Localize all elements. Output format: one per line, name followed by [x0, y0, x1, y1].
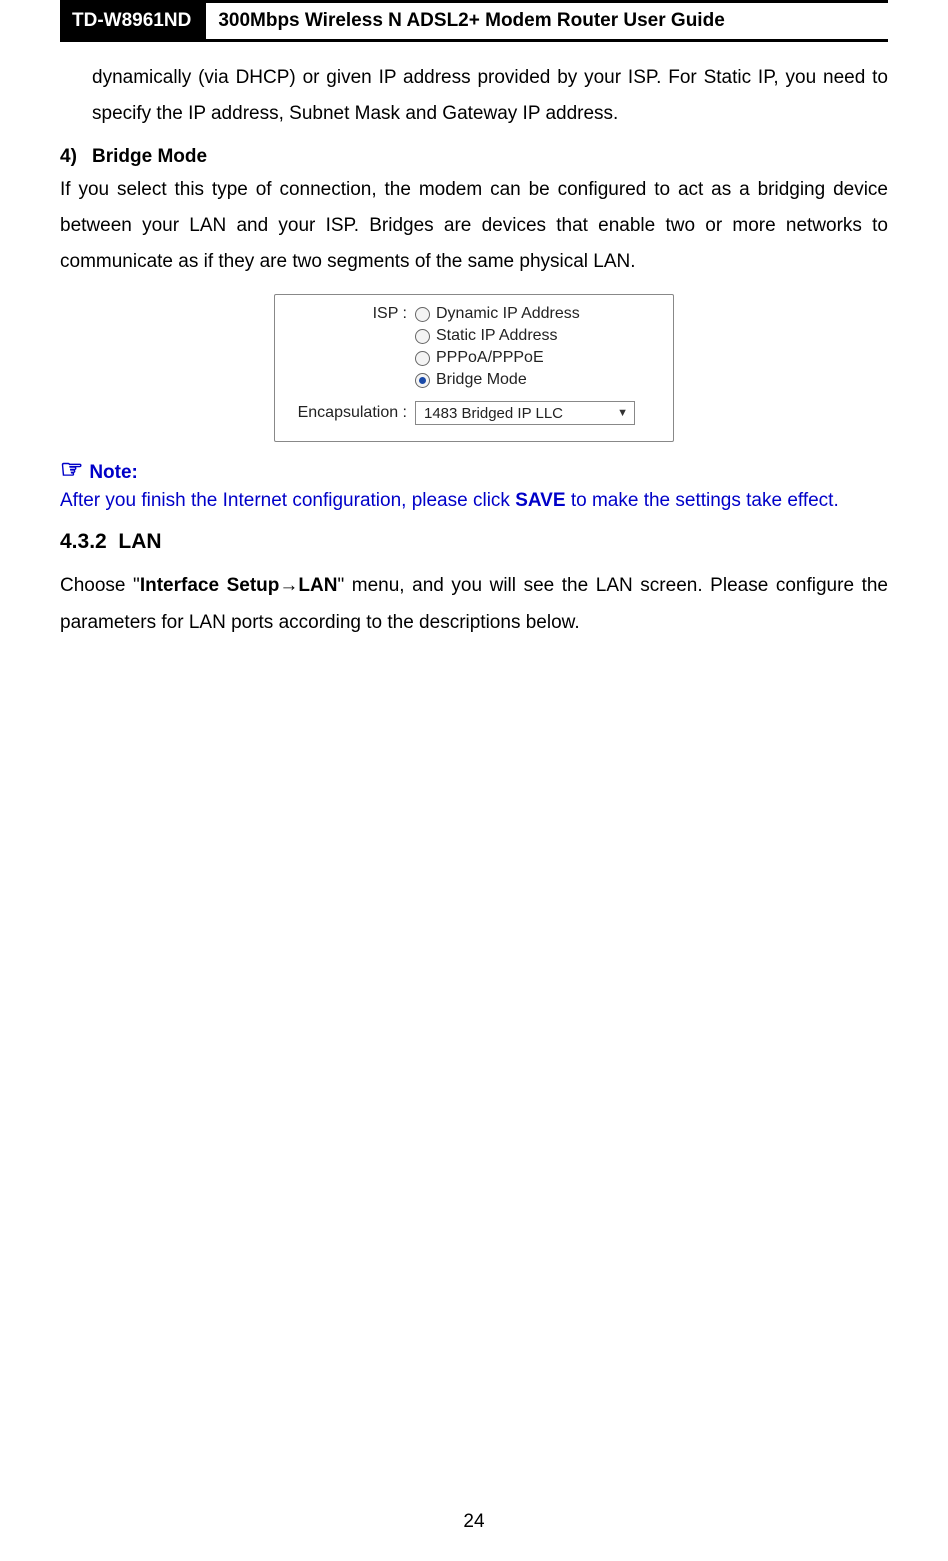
lan-bold-interface: Interface Setup: [140, 575, 280, 596]
radio-dynamic-ip[interactable]: Dynamic IP Address: [415, 305, 661, 323]
section-title: LAN: [118, 530, 161, 553]
encapsulation-label: Encapsulation :: [287, 404, 415, 422]
list-title: Bridge Mode: [92, 146, 207, 167]
isp-settings-figure: ISP : Dynamic IP Address Static IP Addre…: [274, 294, 674, 442]
figure-container: ISP : Dynamic IP Address Static IP Addre…: [60, 294, 888, 442]
radio-icon: [415, 351, 430, 366]
radio-label: Dynamic IP Address: [436, 305, 580, 323]
lan-paragraph: Choose "Interface Setup→LAN" menu, and y…: [60, 568, 888, 640]
page-content: dynamically (via DHCP) or given IP addre…: [60, 42, 888, 641]
radio-icon-selected: [415, 373, 430, 388]
radio-label: Bridge Mode: [436, 371, 527, 389]
note-text-before: After you finish the Internet configurat…: [60, 490, 515, 511]
select-value: 1483 Bridged IP LLC: [424, 405, 563, 422]
model-number: TD-W8961ND: [60, 3, 206, 39]
radio-label: PPPoA/PPPoE: [436, 349, 544, 367]
guide-title: 300Mbps Wireless N ADSL2+ Modem Router U…: [206, 3, 888, 39]
encapsulation-select[interactable]: 1483 Bridged IP LLC ▼: [415, 401, 635, 425]
section-heading-lan: 4.3.2 LAN: [60, 530, 888, 554]
pointing-hand-icon: ☞: [60, 456, 83, 482]
note-label: Note:: [89, 462, 138, 484]
chevron-down-icon: ▼: [617, 407, 628, 419]
radio-bridge-mode[interactable]: Bridge Mode: [415, 371, 661, 389]
radio-icon: [415, 329, 430, 344]
intro-paragraph: dynamically (via DHCP) or given IP addre…: [60, 60, 888, 132]
section-number: 4.3.2: [60, 530, 107, 553]
radio-icon: [415, 307, 430, 322]
list-number: 4): [60, 146, 92, 168]
isp-label: ISP :: [287, 305, 415, 323]
radio-label: Static IP Address: [436, 327, 558, 345]
arrow-icon: →: [279, 575, 298, 596]
note-save-bold: SAVE: [515, 490, 565, 511]
page-header: TD-W8961ND 300Mbps Wireless N ADSL2+ Mod…: [60, 0, 888, 42]
radio-static-ip[interactable]: Static IP Address: [415, 327, 661, 345]
note-text-after: to make the settings take effect.: [566, 490, 839, 511]
list-item-4-heading: 4)Bridge Mode: [60, 146, 888, 168]
document-page: TD-W8961ND 300Mbps Wireless N ADSL2+ Mod…: [0, 0, 948, 1561]
note-heading: ☞ Note:: [60, 456, 888, 484]
lan-text-before: Choose ": [60, 575, 140, 596]
isp-options: Dynamic IP Address Static IP Address PPP…: [415, 305, 661, 393]
radio-pppoa-pppoe[interactable]: PPPoA/PPPoE: [415, 349, 661, 367]
bridge-mode-paragraph: If you select this type of connection, t…: [60, 172, 888, 280]
page-number: 24: [0, 1511, 948, 1533]
lan-bold-lan: LAN: [298, 575, 337, 596]
note-body: After you finish the Internet configurat…: [60, 490, 888, 512]
